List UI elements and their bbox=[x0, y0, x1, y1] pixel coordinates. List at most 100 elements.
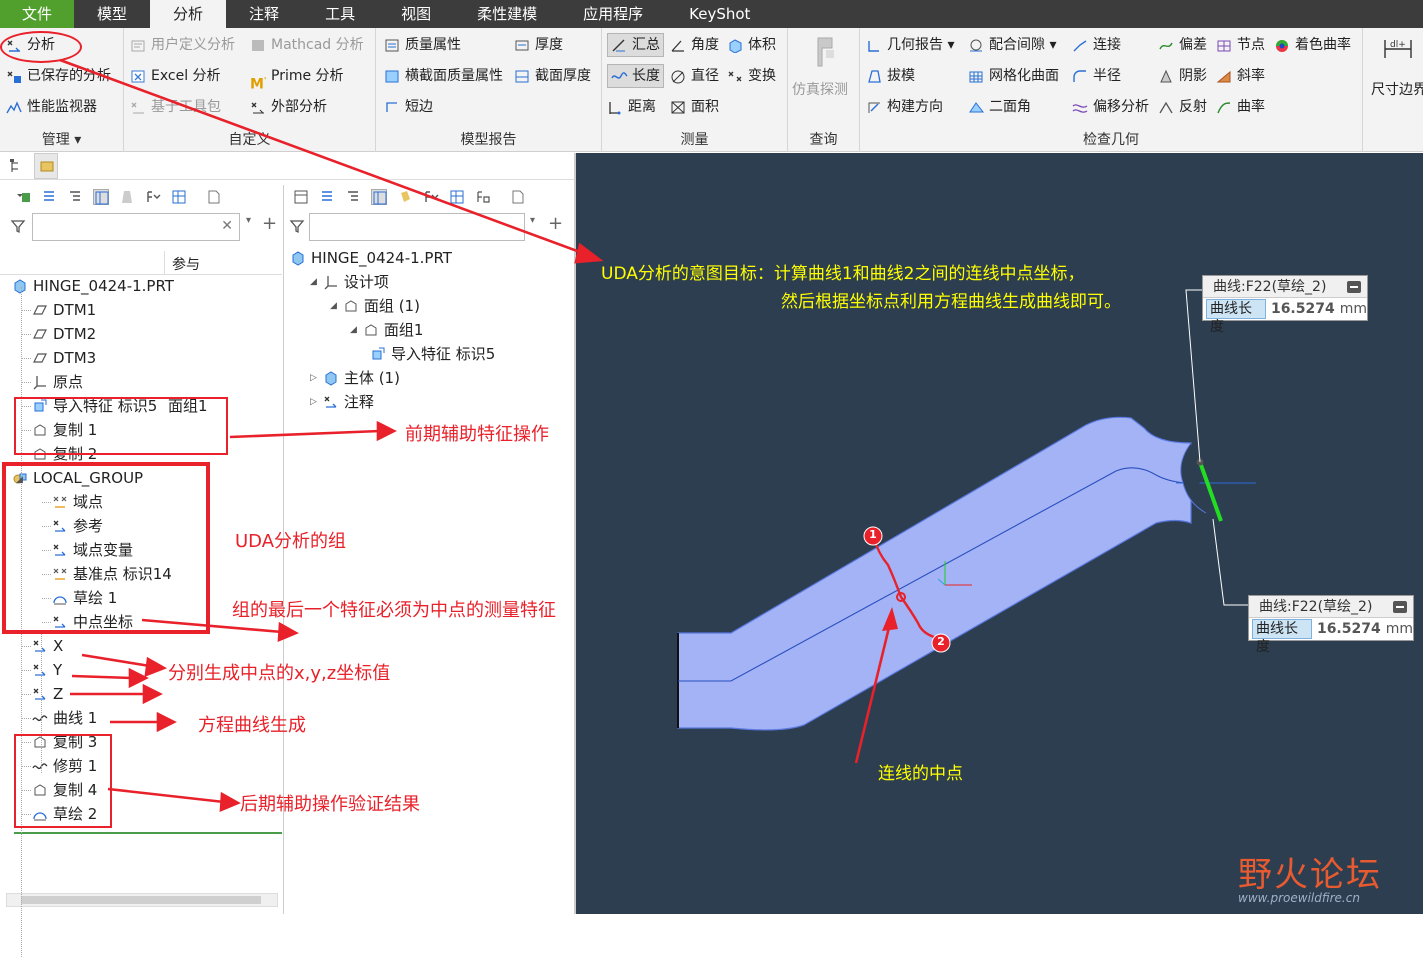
excel-analysis-button[interactable]: Excel 分析 bbox=[130, 64, 221, 88]
appearance-icon[interactable] bbox=[119, 189, 135, 205]
length-button[interactable]: 长度 bbox=[607, 64, 664, 88]
meshed-surface-button[interactable]: 网格化曲面 bbox=[968, 64, 1059, 88]
sort-icon[interactable] bbox=[145, 189, 161, 205]
transform-button[interactable]: 变换 bbox=[727, 64, 776, 88]
model-tree-item[interactable]: 原点 bbox=[32, 371, 83, 393]
tree-list-icon[interactable] bbox=[319, 189, 335, 205]
group-view-icon[interactable] bbox=[449, 189, 465, 205]
saved-analysis-button[interactable]: 已保存的分析 bbox=[6, 64, 111, 88]
tab-flexible-modeling[interactable]: 柔性建模 bbox=[454, 0, 560, 28]
cross-section-mass-properties-button[interactable]: 横截面质量属性 bbox=[384, 64, 503, 88]
build-direction-button[interactable]: 构建方向 bbox=[866, 95, 943, 119]
tree-settings-icon[interactable] bbox=[371, 189, 387, 205]
offset-analysis-button[interactable]: 偏移分析 bbox=[1072, 95, 1149, 119]
detail-tree-item[interactable]: ◢ 面组 (1) bbox=[330, 295, 420, 317]
filter-dropdown-icon[interactable]: ▾ bbox=[246, 215, 251, 226]
model-tree-item[interactable]: DTM3 bbox=[32, 347, 96, 369]
tab-model[interactable]: 模型 bbox=[74, 0, 150, 28]
dimension-boundary-button[interactable]: 尺寸边界 bbox=[1371, 78, 1423, 102]
collapse-icon[interactable] bbox=[1347, 280, 1361, 293]
document-icon[interactable] bbox=[510, 189, 526, 205]
short-edge-button[interactable]: 短边 bbox=[384, 95, 433, 119]
model-tree-tab-icon[interactable] bbox=[8, 158, 24, 174]
group-view-icon[interactable] bbox=[171, 189, 187, 205]
model-tree-filter-input[interactable]: ✕ bbox=[32, 213, 240, 241]
add-column-icon[interactable]: + bbox=[262, 213, 277, 234]
area-button[interactable]: 面积 bbox=[670, 95, 719, 119]
tab-tools[interactable]: 工具 bbox=[302, 0, 378, 28]
document-icon[interactable] bbox=[206, 189, 222, 205]
expand-toggle-icon[interactable]: ▷ bbox=[310, 391, 317, 413]
detail-tree-item[interactable]: ▷ 主体 (1) bbox=[310, 367, 400, 389]
tab-annotate[interactable]: 注释 bbox=[226, 0, 302, 28]
show-icon[interactable] bbox=[15, 189, 31, 205]
slope-button[interactable]: 斜率 bbox=[1216, 64, 1265, 88]
participate-column-header[interactable]: 参与 bbox=[172, 254, 200, 274]
user-defined-analysis-button[interactable]: 用户定义分析 bbox=[130, 33, 235, 57]
add-column-icon[interactable]: + bbox=[548, 213, 563, 234]
model-tree-scrollbar[interactable] bbox=[6, 893, 278, 907]
expand-toggle-icon[interactable]: ◢ bbox=[330, 295, 337, 317]
detail-tree-item[interactable]: ◢ 设计项 bbox=[310, 271, 389, 293]
tree-filter-icon[interactable] bbox=[67, 189, 83, 205]
model-tree-item[interactable]: DTM2 bbox=[32, 323, 96, 345]
distance-button[interactable]: 距离 bbox=[607, 95, 656, 119]
curve-length-callout-1[interactable]: 曲线:F22(草绘_2) 曲线长度 16.5274 mm bbox=[1202, 275, 1368, 335]
node-button[interactable]: 节点 bbox=[1216, 33, 1265, 57]
angle-button[interactable]: 角度 bbox=[670, 33, 719, 57]
mass-properties-button[interactable]: 质量属性 bbox=[384, 33, 461, 57]
tree-filter-icon[interactable] bbox=[345, 189, 361, 205]
draft-button[interactable]: 拔模 bbox=[866, 64, 915, 88]
tree-columns-icon[interactable] bbox=[41, 189, 57, 205]
tab-view[interactable]: 视图 bbox=[378, 0, 454, 28]
reflection-button[interactable]: 反射 bbox=[1158, 95, 1207, 119]
insert-here-indicator[interactable] bbox=[14, 832, 282, 834]
prime-analysis-button[interactable]: M' Prime 分析 bbox=[250, 64, 344, 92]
clear-filter-icon[interactable]: ✕ bbox=[221, 218, 233, 234]
model-tree-item[interactable]: DTM1 bbox=[32, 299, 96, 321]
shaded-curvature-button[interactable]: 着色曲率 bbox=[1274, 33, 1351, 57]
curve-length-callout-2[interactable]: 曲线:F22(草绘_2) 曲线长度 16.5274 mm bbox=[1248, 595, 1414, 655]
curvature-button[interactable]: 曲率 bbox=[1216, 95, 1265, 119]
radius-button[interactable]: 半径 bbox=[1072, 64, 1121, 88]
model-tree-item[interactable]: Y bbox=[32, 659, 62, 681]
section-thickness-button[interactable]: 截面厚度 bbox=[514, 64, 591, 88]
expand-toggle-icon[interactable]: ▷ bbox=[310, 367, 317, 389]
tab-analysis[interactable]: 分析 bbox=[150, 0, 227, 28]
summary-button[interactable]: 汇总 bbox=[607, 33, 664, 57]
model-tree-item[interactable]: Z bbox=[32, 683, 63, 705]
deviation-button[interactable]: 偏差 bbox=[1158, 33, 1207, 57]
mathcad-analysis-button[interactable]: Mathcad 分析 bbox=[250, 33, 364, 57]
display-icon[interactable] bbox=[475, 189, 491, 205]
shadow-button[interactable]: 阴影 bbox=[1158, 64, 1207, 88]
simulation-probe-button[interactable]: 仿真探测 bbox=[792, 78, 848, 102]
model-tree-item[interactable]: X bbox=[32, 635, 63, 657]
tab-keyshot[interactable]: KeyShot bbox=[666, 0, 773, 28]
graphics-viewport[interactable]: 1 2 UDA分析的意图目标：计算曲线1和曲线2之间的连线中点坐标， 然后根据坐… bbox=[576, 153, 1423, 914]
geometry-report-button[interactable]: 几何报告 ▾ bbox=[866, 33, 954, 57]
sort-icon[interactable] bbox=[423, 189, 439, 205]
filter-dropdown-icon[interactable]: ▾ bbox=[530, 215, 535, 226]
connection-button[interactable]: 连接 bbox=[1072, 33, 1121, 57]
expand-toggle-icon[interactable]: ◢ bbox=[350, 319, 357, 341]
collapse-icon[interactable] bbox=[1393, 600, 1407, 613]
model-tree-item[interactable]: HINGE_0424-1.PRT bbox=[12, 275, 174, 297]
tree-settings-icon[interactable] bbox=[93, 189, 109, 205]
expand-toggle-icon[interactable]: ◢ bbox=[310, 271, 317, 293]
detail-tree-item[interactable]: ▷ 注释 bbox=[310, 391, 374, 413]
tree-columns-icon[interactable] bbox=[293, 189, 309, 205]
appearance-icon[interactable] bbox=[397, 189, 413, 205]
detail-tree-filter-input[interactable] bbox=[309, 213, 525, 241]
detail-tree-item[interactable]: HINGE_0424-1.PRT bbox=[290, 247, 452, 269]
layer-tree-tab[interactable] bbox=[34, 153, 58, 179]
detail-tree-item[interactable]: ◢ 面组1 bbox=[350, 319, 423, 341]
dihedral-angle-button[interactable]: 二面角 bbox=[968, 95, 1031, 119]
group-title-manage[interactable]: 管理 ▾ bbox=[0, 129, 123, 149]
performance-monitor-button[interactable]: 性能监视器 bbox=[6, 95, 97, 119]
part-body[interactable] bbox=[677, 416, 1192, 731]
external-analysis-button[interactable]: 外部分析 bbox=[250, 95, 327, 119]
volume-button[interactable]: 体积 bbox=[727, 33, 776, 57]
diameter-button[interactable]: 直径 bbox=[670, 64, 719, 88]
tab-applications[interactable]: 应用程序 bbox=[560, 0, 666, 28]
toolkit-based-button[interactable]: 基于工具包 bbox=[130, 95, 221, 119]
